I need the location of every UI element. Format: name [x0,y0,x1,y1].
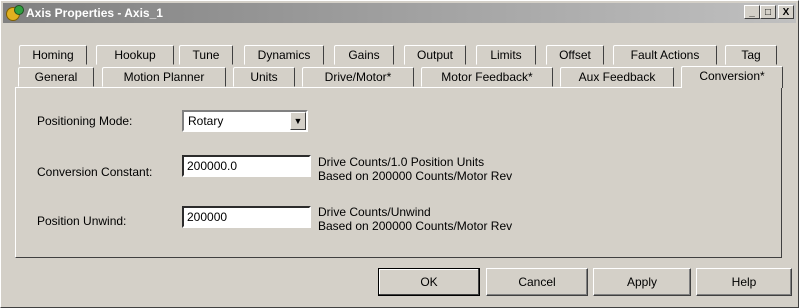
window-title: Axis Properties - Axis_1 [26,6,163,20]
tab-motor-feedback[interactable]: Motor Feedback* [421,67,553,87]
positioning-mode-label: Positioning Mode: [37,114,133,128]
maximize-button[interactable]: □ [760,5,776,19]
cancel-button[interactable]: Cancel [486,268,588,296]
apply-button[interactable]: Apply [593,268,691,296]
conversion-constant-desc-line2: Based on 200000 Counts/Motor Rev [318,169,513,183]
position-unwind-label: Position Unwind: [37,214,127,228]
tab-motion-planner[interactable]: Motion Planner [102,67,226,87]
ok-button[interactable]: OK [378,268,480,296]
conversion-constant-field[interactable] [182,155,311,177]
position-unwind-field[interactable] [182,206,311,228]
position-unwind-desc-line1: Drive Counts/Unwind [318,205,431,219]
tab-output[interactable]: Output [404,45,466,65]
tab-aux-feedback[interactable]: Aux Feedback [560,67,674,87]
tab-general[interactable]: General [18,67,94,87]
dropdown-arrow-icon[interactable]: ▼ [290,112,306,130]
tab-hookup[interactable]: Hookup [96,45,174,65]
tab-tune[interactable]: Tune [179,45,233,65]
conversion-constant-desc-line1: Drive Counts/1.0 Position Units [318,155,485,169]
tab-drive-motor[interactable]: Drive/Motor* [302,67,414,87]
tab-dynamics[interactable]: Dynamics [244,45,324,65]
position-unwind-desc-line2: Based on 200000 Counts/Motor Rev [318,219,513,233]
tab-units[interactable]: Units [233,67,295,87]
title-bar[interactable]: Axis Properties - Axis_1 _ □ X [3,3,796,23]
tab-offset[interactable]: Offset [546,45,604,65]
tab-homing[interactable]: Homing [19,45,87,65]
positioning-mode-value: Rotary [188,114,224,128]
tab-conversion[interactable]: Conversion* [681,66,783,88]
close-button[interactable]: X [778,5,794,19]
tab-fault-actions[interactable]: Fault Actions [613,45,717,65]
minimize-button[interactable]: _ [744,5,760,19]
help-button[interactable]: Help [696,268,792,296]
axis-gear-icon [6,5,24,21]
tab-tag[interactable]: Tag [725,45,777,65]
tab-gains[interactable]: Gains [334,45,394,65]
tab-limits[interactable]: Limits [476,45,536,65]
conversion-constant-label: Conversion Constant: [37,165,153,179]
positioning-mode-select[interactable]: Rotary ▼ [182,110,308,132]
